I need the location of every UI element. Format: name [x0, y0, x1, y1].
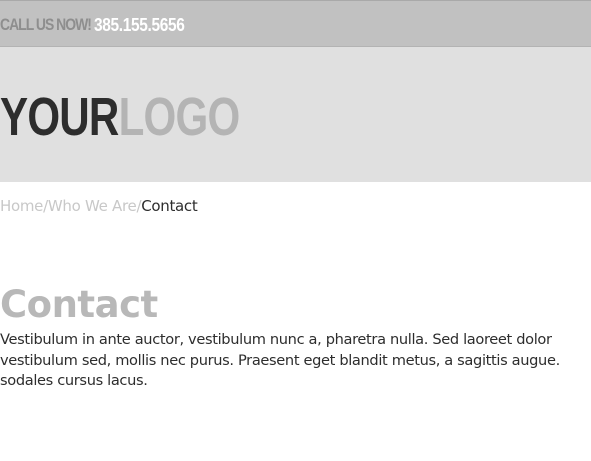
page-body-text: Vestibulum in ante auctor, vestibulum nu… [0, 330, 591, 392]
body-text-line: Vestibulum in ante auctor, vestibulum nu… [0, 331, 552, 348]
body-text-line: sodales cursus lacus. [0, 372, 148, 389]
logo-text-logo: LOGO [118, 87, 241, 147]
body-text-line: vestibulum sed, mollis nec purus. Praese… [0, 351, 560, 369]
breadcrumb-home-link[interactable]: Home [0, 197, 43, 215]
top-bar: CALL US NOW! 385.155.5656 [0, 0, 591, 47]
site-header: YOURLOGO [0, 47, 591, 182]
page-title: Contact [0, 283, 158, 326]
phone-number-link[interactable]: 385.155.5656 [94, 15, 185, 35]
site-logo[interactable]: YOURLOGO [0, 87, 241, 147]
breadcrumb-current: Contact [141, 197, 198, 215]
logo-text-your: YOUR [0, 87, 119, 147]
breadcrumb: Home/Who We Are/Contact [0, 196, 198, 216]
call-us-label: CALL US NOW! [0, 15, 92, 34]
breadcrumb-who-we-are-link[interactable]: Who We Are [48, 197, 137, 215]
